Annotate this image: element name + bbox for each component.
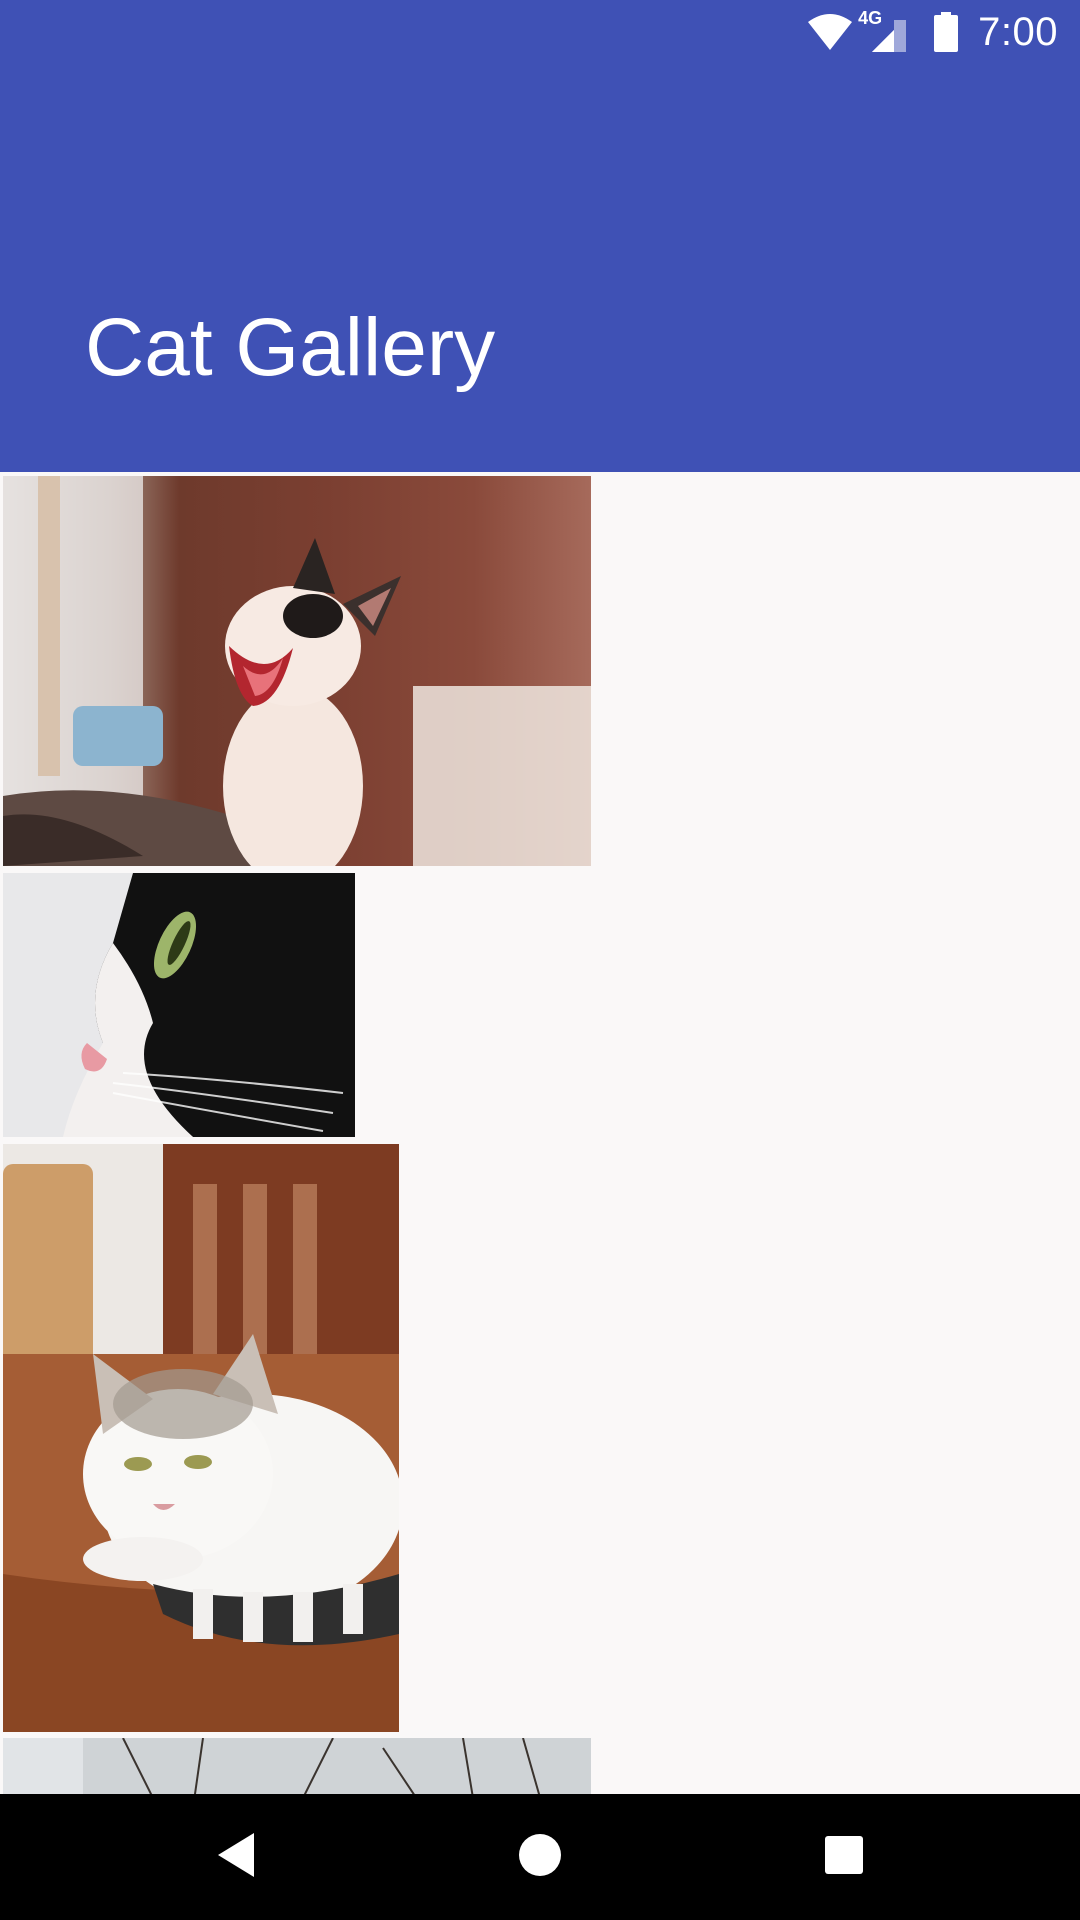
status-icons: 4G 7:00 [806,8,1058,56]
recents-square-icon [824,1835,864,1880]
cell-signal-icon: 4G [858,8,912,54]
battery-icon [934,12,959,52]
back-triangle-icon [214,1831,258,1884]
status-bar: 4G 7:00 [0,0,1080,63]
system-navigation-bar [0,1794,1080,1920]
cat-gallery-screen: 4G 7:00 Cat Gallery [0,0,1080,1920]
app-bar: Cat Gallery [0,63,1080,472]
photo-gallery[interactable] [0,472,1080,1794]
status-time: 7:00 [978,9,1058,54]
network-type-label: 4G [858,8,883,28]
recents-button[interactable] [804,1822,884,1892]
lying-cat-on-table-photo[interactable] [3,1144,399,1732]
page-title: Cat Gallery [85,302,496,393]
back-button[interactable] [196,1822,276,1892]
yawning-cat-photo[interactable] [3,476,591,866]
wifi-icon [806,12,854,52]
home-circle-icon [518,1833,562,1882]
cat-profile-closeup-photo[interactable] [3,873,355,1137]
cat-outdoors-photo[interactable] [3,1738,591,1794]
home-button[interactable] [500,1822,580,1892]
